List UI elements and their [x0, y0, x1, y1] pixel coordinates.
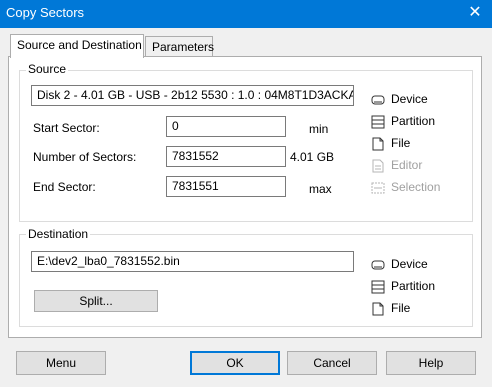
number-of-sectors-input[interactable]: 7831552: [166, 146, 286, 167]
number-of-sectors-value: 7831552: [172, 149, 219, 163]
option-label: Editor: [391, 158, 423, 172]
option-label: Device: [391, 257, 428, 271]
option-label: Device: [391, 92, 428, 106]
help-button[interactable]: Help: [386, 351, 476, 375]
window-title: Copy Sectors: [6, 5, 85, 20]
source-option-partition[interactable]: Partition: [371, 113, 435, 129]
ok-button[interactable]: OK: [190, 351, 280, 375]
title-bar: Copy Sectors ✕: [0, 0, 492, 28]
close-icon[interactable]: ✕: [464, 3, 486, 25]
source-option-editor: Editor: [371, 157, 422, 173]
destination-option-file[interactable]: File: [371, 300, 410, 316]
cancel-button[interactable]: Cancel: [287, 351, 377, 375]
source-option-file[interactable]: File: [371, 135, 410, 151]
tab-parameters[interactable]: Parameters: [145, 36, 215, 58]
option-label: File: [391, 136, 411, 150]
start-sector-value: 0: [172, 119, 179, 133]
end-sector-label: End Sector:: [33, 180, 96, 194]
number-of-sectors-suffix: 4.01 GB: [290, 150, 335, 164]
partition-icon: [371, 280, 385, 294]
tab-label: Parameters: [152, 40, 215, 54]
tab-label: Source and Destination: [17, 38, 142, 52]
source-legend: Source: [26, 62, 69, 76]
source-disk-value: Disk 2 - 4.01 GB - USB - 2b12 5530 : 1.0…: [37, 88, 354, 102]
destination-option-partition[interactable]: Partition: [371, 278, 435, 294]
destination-path-value: E:\dev2_lba0_7831552.bin: [37, 254, 180, 268]
menu-button-label: Menu: [45, 356, 77, 370]
start-sector-suffix: min: [309, 122, 329, 136]
option-label: Selection: [391, 180, 441, 194]
split-button[interactable]: Split...: [34, 290, 158, 312]
destination-option-device[interactable]: Device: [371, 256, 428, 272]
device-icon: [371, 260, 385, 270]
help-button-label: Help: [418, 356, 444, 370]
end-sector-suffix: max: [309, 182, 332, 196]
ok-button-label: OK: [226, 356, 244, 370]
destination-legend: Destination: [26, 227, 91, 241]
split-button-label: Split...: [79, 294, 113, 308]
source-disk-select[interactable]: Disk 2 - 4.01 GB - USB - 2b12 5530 : 1.0…: [31, 85, 354, 106]
end-sector-value: 7831551: [172, 179, 219, 193]
option-label: Partition: [391, 279, 436, 293]
partition-icon: [371, 115, 385, 129]
source-option-selection: Selection: [371, 179, 440, 195]
source-option-device[interactable]: Device: [371, 91, 428, 107]
editor-icon: [372, 159, 384, 173]
option-label: File: [391, 301, 411, 315]
destination-path-input[interactable]: E:\dev2_lba0_7831552.bin: [31, 251, 354, 272]
option-label: Partition: [391, 114, 436, 128]
cancel-button-label: Cancel: [313, 356, 351, 370]
tab-source-and-destination[interactable]: Source and Destination: [10, 34, 144, 58]
selection-icon: [371, 182, 385, 194]
device-icon: [371, 95, 385, 105]
start-sector-input[interactable]: 0: [166, 116, 286, 137]
file-icon: [372, 137, 384, 151]
menu-button[interactable]: Menu: [16, 351, 106, 375]
end-sector-input[interactable]: 7831551: [166, 176, 286, 197]
file-icon: [372, 302, 384, 316]
number-of-sectors-label: Number of Sectors:: [33, 150, 137, 164]
start-sector-label: Start Sector:: [33, 121, 100, 135]
